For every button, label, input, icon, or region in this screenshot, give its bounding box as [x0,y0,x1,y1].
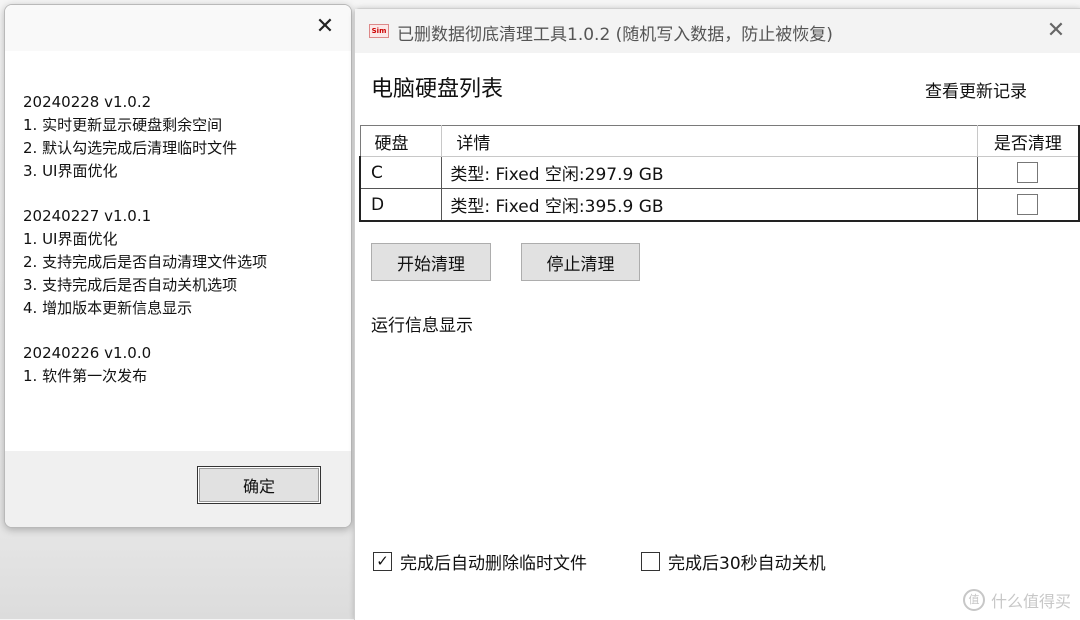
changelog-version: 20240226 v1.0.0 [23,344,152,362]
close-icon[interactable]: ✕ [1043,18,1069,44]
changelog-item: 3. 支持完成后是否自动关机选项 [23,276,238,294]
delete-temp-files-option[interactable]: ✓ 完成后自动删除临时文件 [373,549,587,574]
changelog-item: 1. UI界面优化 [23,230,118,248]
window-title: 已删数据彻底清理工具1.0.2 (随机写入数据，防止被恢复) [397,25,833,45]
option-label: 完成后自动删除临时文件 [400,554,587,574]
changelog-item: 4. 增加版本更新信息显示 [23,299,193,317]
clean-cell [976,156,1080,189]
main-window: Sim 已删数据彻底清理工具1.0.2 (随机写入数据，防止被恢复) ✕ 电脑硬… [354,8,1080,620]
dialog-footer: 确定 [5,451,351,527]
clean-checkbox[interactable] [1017,162,1039,183]
close-icon[interactable]: ✕ [313,15,337,39]
disk-table: 硬盘 详情 是否清理 C 类型: Fixed 空闲:297.9 GB D 类型:… [359,125,1080,222]
ok-button[interactable]: 确定 [197,466,321,504]
changelog-item: 1. 软件第一次发布 [23,367,148,385]
changelog-entry: 20240226 v1.0.0 1. 软件第一次发布 [23,342,351,388]
changelog-item: 3. UI界面优化 [23,162,118,180]
changelog-version: 20240227 v1.0.1 [23,207,152,225]
view-changelog-link[interactable]: 查看更新记录 [925,77,1027,102]
changelog-entry: 20240228 v1.0.2 1. 实时更新显示硬盘剩余空间 2. 默认勾选完… [23,91,351,183]
start-clean-button[interactable]: 开始清理 [371,243,491,281]
column-header-clean[interactable]: 是否清理 [977,125,1080,157]
changelog-entry: 20240227 v1.0.1 1. UI界面优化 2. 支持完成后是否自动清理… [23,205,351,320]
changelog-item: 1. 实时更新显示硬盘剩余空间 [23,116,223,134]
watermark-text: 什么值得买 [990,592,1071,611]
dialog-titlebar: ✕ [5,5,351,51]
window-titlebar: Sim 已删数据彻底清理工具1.0.2 (随机写入数据，防止被恢复) ✕ [355,9,1080,53]
changelog-text: 20240228 v1.0.2 1. 实时更新显示硬盘剩余空间 2. 默认勾选完… [5,51,351,388]
watermark: 值 什么值得买 [962,588,1071,612]
changelog-version: 20240228 v1.0.2 [23,93,152,111]
run-info-label: 运行信息显示 [371,316,473,336]
clean-checkbox[interactable] [1017,194,1039,215]
watermark-logo-icon: 值 [962,589,985,611]
changelog-item: 2. 支持完成后是否自动清理文件选项 [23,253,268,271]
changelog-dialog: ✕ 20240228 v1.0.2 1. 实时更新显示硬盘剩余空间 2. 默认勾… [4,4,352,528]
column-header-detail[interactable]: 详情 [441,125,978,157]
changelog-item: 2. 默认勾选完成后清理临时文件 [23,139,238,157]
table-row[interactable]: C 类型: Fixed 空闲:297.9 GB [359,156,1080,189]
checkbox-checked[interactable]: ✓ [373,552,392,571]
option-label: 完成后30秒自动关机 [668,554,826,574]
app-icon: Sim [369,24,389,38]
auto-shutdown-option[interactable]: 完成后30秒自动关机 [641,549,826,574]
detail-cell: 类型: Fixed 空闲:395.9 GB [441,188,978,222]
clean-cell [976,188,1080,222]
table-row[interactable]: D 类型: Fixed 空闲:395.9 GB [359,188,1080,222]
page-title: 电脑硬盘列表 [371,77,504,102]
drive-cell: D [359,188,443,222]
stop-clean-button[interactable]: 停止清理 [521,243,640,281]
table-header-row: 硬盘 详情 是否清理 [359,125,1080,157]
column-header-drive[interactable]: 硬盘 [359,125,443,157]
drive-cell: C [359,156,443,189]
detail-cell: 类型: Fixed 空闲:297.9 GB [441,156,978,189]
checkbox-unchecked[interactable] [641,552,660,571]
